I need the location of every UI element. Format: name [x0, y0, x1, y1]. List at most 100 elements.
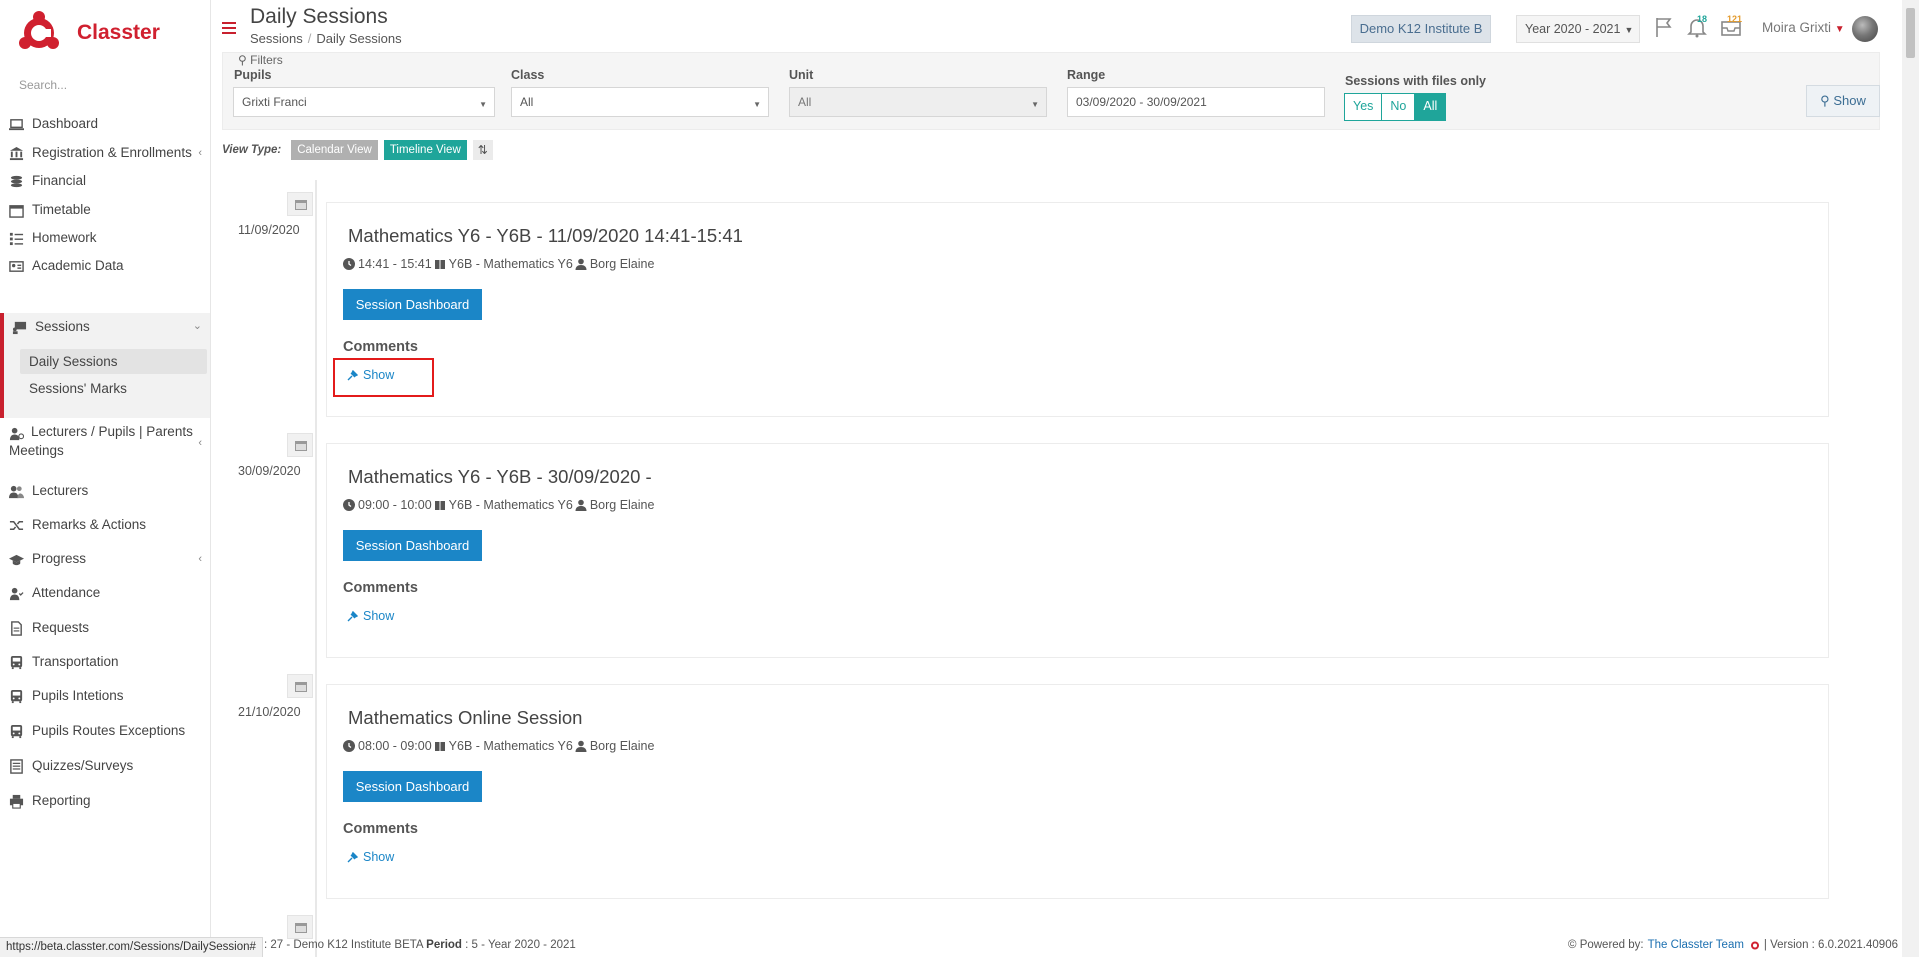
timeline-calendar-icon	[287, 915, 313, 939]
footer-institute: : 27 - Demo K12 Institute BETA	[264, 939, 423, 951]
sidebar-item-label: Dashboard	[32, 116, 99, 131]
files-all-option[interactable]: All	[1415, 94, 1446, 120]
filters-title: Filters	[250, 53, 283, 67]
sidebar-item-remarks[interactable]: Remarks & Actions	[0, 517, 210, 533]
sidebar-item-financial[interactable]: Financial	[0, 173, 210, 189]
menu-toggle-icon[interactable]	[222, 22, 236, 34]
sidebar-item-requests[interactable]: Requests	[0, 620, 210, 636]
sidebar-item-attendance[interactable]: Attendance	[0, 585, 210, 601]
user-icon	[575, 499, 587, 511]
sidebar-item-lecturers[interactable]: Lecturers	[0, 483, 210, 499]
sidebar-item-pupils-intentions[interactable]: Pupils Intetions	[0, 688, 210, 704]
scrollbar-thumb[interactable]	[1906, 8, 1915, 58]
show-comments-label: Show	[363, 850, 395, 864]
files-yes-option[interactable]: Yes	[1345, 94, 1383, 120]
avatar[interactable]	[1852, 16, 1878, 42]
page-title: Daily Sessions	[250, 5, 388, 28]
sidebar-item-registration[interactable]: Registration & Enrollments ‹	[0, 145, 210, 161]
sidebar-item-progress[interactable]: Progress ‹	[0, 551, 210, 567]
breadcrumb-sessions[interactable]: Sessions	[250, 31, 303, 46]
footer-info: : 27 - Demo K12 Institute BETA Period : …	[264, 939, 576, 951]
session-lecturer: Borg Elaine	[589, 498, 655, 512]
calendar-view-button[interactable]: Calendar View	[291, 140, 378, 160]
session-title: Mathematics Y6 - Y6B - 30/09/2020 -	[348, 466, 652, 487]
view-type-label: View Type:	[222, 144, 282, 156]
chevron-left-icon: ‹	[198, 553, 202, 565]
sidebar-item-routes-exceptions[interactable]: Pupils Routes Exceptions	[0, 723, 210, 739]
user-icon	[575, 258, 587, 270]
sidebar-item-label: Academic Data	[32, 258, 124, 273]
caret-down-icon: ▼	[753, 100, 761, 109]
session-dashboard-button[interactable]: Session Dashboard	[343, 530, 482, 561]
session-date: 30/09/2020	[238, 464, 301, 478]
sidebar-item-homework[interactable]: Homework	[0, 230, 210, 246]
classter-logo-icon	[19, 10, 59, 49]
session-meta: 14:41 - 15:41 Y6B - Mathematics Y6 Borg …	[343, 257, 654, 271]
comments-heading: Comments	[343, 580, 418, 596]
sidebar-item-label: Financial	[32, 173, 87, 188]
sidebar-item-dashboard[interactable]: Dashboard	[0, 116, 210, 132]
highlight-box	[333, 358, 434, 397]
class-select[interactable]: All ▼	[511, 87, 769, 117]
session-dashboard-button[interactable]: Session Dashboard	[343, 289, 482, 320]
files-no-option[interactable]: No	[1382, 94, 1416, 120]
users-icon	[9, 485, 24, 499]
breadcrumb-daily-sessions: Daily Sessions	[316, 31, 402, 46]
session-meta: 08:00 - 09:00 Y6B - Mathematics Y6 Borg …	[343, 739, 654, 753]
classter-mini-logo-icon	[1750, 941, 1759, 949]
show-comments-link[interactable]: Show	[347, 609, 394, 623]
pupils-label: Pupils	[234, 68, 272, 82]
sort-order-icon[interactable]: ⇅	[472, 140, 493, 160]
filters-toggle[interactable]: ⚲ Filters	[238, 53, 283, 67]
range-value: 03/09/2020 - 30/09/2021	[1076, 95, 1207, 109]
chevron-left-icon: ‹	[198, 437, 202, 449]
year-selector[interactable]: Year 2020 - 2021 ▼	[1516, 15, 1640, 43]
session-subject: Y6B - Mathematics Y6	[448, 257, 573, 271]
range-input[interactable]: 03/09/2020 - 30/09/2021	[1067, 87, 1325, 117]
comments-heading: Comments	[343, 821, 418, 837]
sidebar-subitem-daily-sessions[interactable]: Daily Sessions	[20, 349, 207, 374]
sidebar-search-input[interactable]: Search...	[19, 78, 67, 92]
clock-icon	[343, 499, 355, 511]
id-card-icon	[9, 261, 24, 272]
sidebar-item-label: Remarks & Actions	[32, 517, 147, 532]
sidebar-item-meetings[interactable]: Lecturers / Pupils | Parents Meetings ‹	[0, 422, 210, 460]
sidebar-item-label: Registration & Enrollments	[32, 145, 192, 160]
caret-down-icon: ▼	[1834, 24, 1845, 35]
sidebar-item-academic-data[interactable]: Academic Data	[0, 258, 210, 274]
show-button[interactable]: ⚲ Show	[1806, 85, 1880, 117]
session-card: Mathematics Y6 - Y6B - 30/09/2020 - 09:0…	[326, 443, 1829, 658]
timeline-view-button[interactable]: Timeline View	[383, 140, 467, 160]
user-icon	[575, 740, 587, 752]
institute-selector[interactable]: Demo K12 Institute B	[1351, 15, 1491, 43]
pupils-value: Grixti Franci	[242, 95, 307, 109]
user-name: Moira Grixti	[1762, 20, 1832, 35]
calendar-icon	[9, 205, 24, 218]
caret-down-icon: ▼	[479, 100, 487, 109]
sidebar-item-timetable[interactable]: Timetable	[0, 202, 210, 218]
year-label: Year 2020 - 2021	[1525, 22, 1621, 36]
classter-team-link[interactable]: The Classter Team	[1648, 939, 1744, 951]
pin-icon	[347, 851, 358, 862]
book-icon	[434, 501, 445, 510]
sidebar-item-quizzes[interactable]: Quizzes/Surveys	[0, 758, 210, 774]
classter-logo[interactable]: Classter	[19, 10, 160, 55]
show-comments-link[interactable]: Show	[347, 850, 394, 864]
files-only-toggle: Yes No All	[1344, 93, 1447, 121]
bus-icon	[10, 689, 23, 704]
book-icon	[434, 742, 445, 751]
pupils-select[interactable]: Grixti Franci ▼	[233, 87, 495, 117]
sidebar-item-reporting[interactable]: Reporting	[0, 793, 210, 809]
sidebar-subitem-sessions-marks[interactable]: Sessions' Marks	[0, 380, 187, 398]
session-time: 14:41 - 15:41	[358, 257, 432, 271]
sidebar-item-transportation[interactable]: Transportation	[0, 654, 210, 670]
unit-value: All	[798, 95, 812, 109]
status-url: https://beta.classter.com/Sessions/Daily…	[0, 937, 263, 957]
flag-icon[interactable]	[1653, 16, 1675, 38]
session-dashboard-button[interactable]: Session Dashboard	[343, 771, 482, 802]
user-menu[interactable]: Moira Grixti ▼	[1762, 20, 1845, 35]
unit-select[interactable]: All ▼	[789, 87, 1047, 117]
footer-powered: © Powered by: The Classter Team | Versio…	[1568, 939, 1898, 951]
sidebar-item-label: Timetable	[32, 202, 91, 217]
page-scrollbar[interactable]	[1902, 0, 1919, 957]
